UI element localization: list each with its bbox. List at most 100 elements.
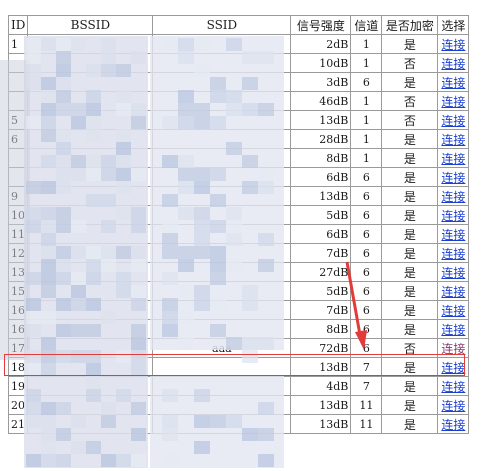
row-select: 连接: [437, 110, 470, 130]
row-id: 10: [7, 205, 29, 225]
connect-link[interactable]: 连接: [441, 285, 465, 299]
table-row: 46dB 1 否连接: [7, 91, 470, 111]
connect-link[interactable]: 连接: [441, 247, 465, 261]
row-signal: 4dB: [290, 376, 352, 396]
connect-link[interactable]: 连接: [441, 399, 465, 413]
connect-link[interactable]: 连接: [441, 133, 465, 147]
header-id: ID: [7, 15, 29, 35]
connect-link[interactable]: 连接: [441, 418, 465, 432]
row-bssid: [27, 53, 154, 73]
pixel-tile: [86, 441, 101, 454]
row-bssid: [27, 148, 154, 168]
row-select: 连接: [437, 34, 470, 54]
row-encrypted: 否: [381, 338, 439, 358]
row-id: [7, 91, 29, 111]
row-ssid: [152, 376, 292, 396]
row-ssid: [152, 91, 292, 111]
connect-link[interactable]: 连接: [441, 171, 465, 185]
table-row: 15 5dB 6 是连接: [7, 281, 470, 301]
row-encrypted: 是: [381, 300, 439, 320]
row-select: 连接: [437, 414, 470, 434]
row-bssid: [27, 129, 154, 149]
row-id: 5: [7, 110, 29, 130]
row-id: 17: [7, 338, 29, 358]
row-bssid: [27, 224, 154, 244]
row-signal: 8dB: [290, 319, 352, 339]
connect-link[interactable]: 连接: [441, 342, 465, 356]
row-signal: 5dB: [290, 205, 352, 225]
header-select: 选择: [437, 15, 470, 35]
header-encrypted: 是否加密: [381, 15, 439, 35]
row-channel: 6: [350, 224, 383, 244]
table-row: 6dB 6 是连接: [7, 167, 470, 187]
row-encrypted: 是: [381, 414, 439, 434]
row-ssid: [152, 167, 292, 187]
connect-link[interactable]: 连接: [441, 57, 465, 71]
row-encrypted: 是: [381, 262, 439, 282]
row-signal: 2dB: [290, 34, 352, 54]
table-row: 6 28dB 1 是连接: [7, 129, 470, 149]
pixel-tile: [41, 454, 56, 467]
row-channel: 6: [350, 338, 383, 358]
table-row: 5 13dB 1 否连接: [7, 110, 470, 130]
row-encrypted: 是: [381, 205, 439, 225]
table-row: 9 13dB 6 是连接: [7, 186, 470, 206]
pixel-tile: [258, 454, 274, 467]
connect-link[interactable]: 连接: [441, 304, 465, 318]
table-row: 11 6dB 6 是连接: [7, 224, 470, 244]
row-channel: 6: [350, 205, 383, 225]
row-signal: 13dB: [290, 186, 352, 206]
row-encrypted: 是: [381, 167, 439, 187]
connect-link[interactable]: 连接: [441, 38, 465, 52]
row-bssid: [27, 319, 154, 339]
row-bssid: [27, 281, 154, 301]
pixel-tile: [56, 454, 71, 467]
row-signal: 13dB: [290, 395, 352, 415]
row-id: 21: [7, 414, 29, 434]
row-select: 连接: [437, 129, 470, 149]
connect-link[interactable]: 连接: [441, 361, 465, 375]
row-id: 11: [7, 224, 29, 244]
connect-link[interactable]: 连接: [441, 114, 465, 128]
connect-link[interactable]: 连接: [441, 95, 465, 109]
pixel-tile: [194, 441, 210, 454]
row-select: 连接: [437, 167, 470, 187]
row-id: [7, 148, 29, 168]
connect-link[interactable]: 连接: [441, 266, 465, 280]
row-signal: 3dB: [290, 72, 352, 92]
row-signal: 72dB: [290, 338, 352, 358]
row-select: 连接: [437, 262, 470, 282]
row-encrypted: 是: [381, 224, 439, 244]
row-ssid: [152, 72, 292, 92]
table-row: 8dB 1 是连接: [7, 148, 470, 168]
row-encrypted: 是: [381, 395, 439, 415]
connect-link[interactable]: 连接: [441, 209, 465, 223]
row-bssid: [27, 72, 154, 92]
row-encrypted: 是: [381, 148, 439, 168]
row-id: [7, 72, 29, 92]
connect-link[interactable]: 连接: [441, 228, 465, 242]
row-ssid: [152, 319, 292, 339]
header-signal: 信号强度: [290, 15, 352, 35]
table-row: 10dB 1 否连接: [7, 53, 470, 73]
header-ssid: SSID: [152, 15, 292, 35]
row-ssid: [152, 262, 292, 282]
row-ssid: [152, 224, 292, 244]
connect-link[interactable]: 连接: [441, 152, 465, 166]
row-channel: 6: [350, 262, 383, 282]
row-encrypted: 是: [381, 281, 439, 301]
connect-link[interactable]: 连接: [441, 323, 465, 337]
table-row: 12 7dB 6 是连接: [7, 243, 470, 263]
row-encrypted: 是: [381, 186, 439, 206]
row-ssid: [152, 129, 292, 149]
connect-link[interactable]: 连接: [441, 190, 465, 204]
row-id: [7, 53, 29, 73]
row-select: 连接: [437, 148, 470, 168]
table-row: 20 13dB 11 是连接: [7, 395, 470, 415]
connect-link[interactable]: 连接: [441, 380, 465, 394]
row-bssid: [27, 262, 154, 282]
connect-link[interactable]: 连接: [441, 76, 465, 90]
row-id: 13: [7, 262, 29, 282]
row-id: 19: [7, 376, 29, 396]
pixel-tile: [71, 441, 86, 454]
